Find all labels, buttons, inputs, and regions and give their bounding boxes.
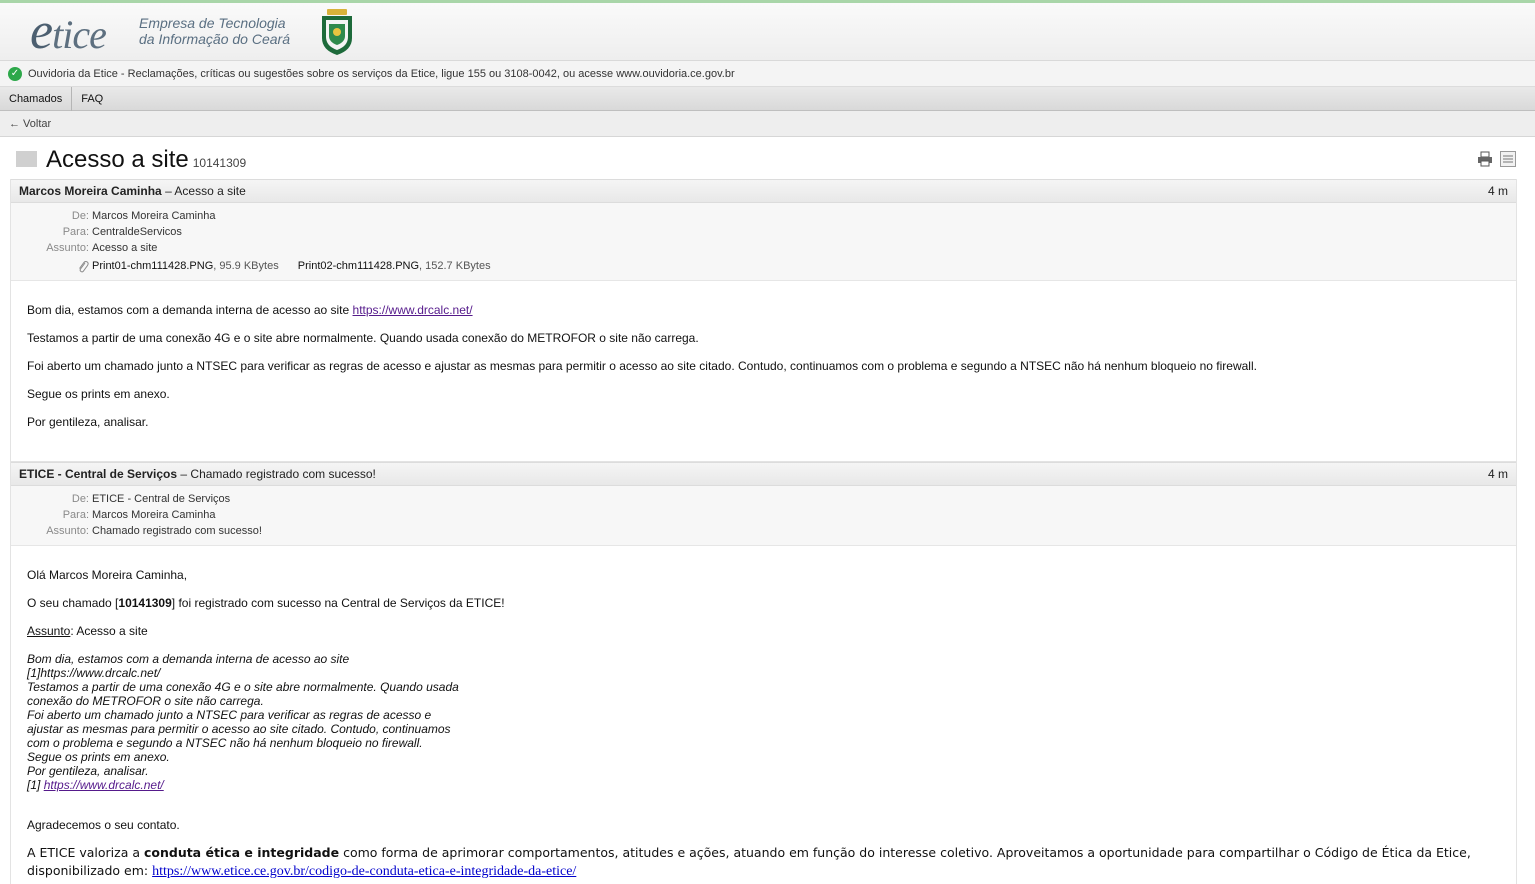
- attachment-link[interactable]: Print02-chm111428.PNG, 152.7 KBytes: [298, 260, 491, 272]
- to-value: Marcos Moreira Caminha: [92, 509, 216, 521]
- collapse-all-icon[interactable]: [1500, 151, 1516, 167]
- paperclip-icon: [11, 258, 92, 274]
- nav-item-faq[interactable]: FAQ: [72, 87, 112, 111]
- message-body: Olá Marcos Moreira Caminha, O seu chamad…: [11, 546, 1516, 884]
- ticket-number: 10141309: [192, 156, 247, 170]
- to-value: CentraldeServicos: [92, 226, 182, 238]
- subject-value: Acesso a site: [92, 242, 158, 254]
- from-value: Marcos Moreira Caminha: [92, 210, 216, 222]
- message-sender: Marcos Moreira Caminha: [19, 184, 162, 198]
- assunto-line: Assunto: Acesso a site: [27, 624, 148, 638]
- ticket-number-bold: 10141309: [118, 596, 172, 610]
- site-header: etice Empresa de Tecnologia da Informaçã…: [0, 3, 1535, 61]
- main-nav: Chamados FAQ: [0, 86, 1535, 111]
- ceara-coat-of-arms-icon: [322, 9, 352, 55]
- message-2: ETICE - Central de Serviços – Chamado re…: [10, 462, 1517, 884]
- back-bar: ← Voltar: [0, 111, 1535, 137]
- subject-label: Assunto:: [46, 525, 89, 537]
- greeting: Olá Marcos Moreira Caminha,: [27, 568, 188, 582]
- check-circle-icon: ✓: [8, 66, 22, 81]
- ticket-flag-icon: [16, 151, 37, 167]
- message-meta: De: ETICE - Central de Serviços Para: Ma…: [11, 486, 1516, 546]
- nav-item-chamados[interactable]: Chamados: [0, 86, 73, 111]
- message-1: Marcos Moreira Caminha – Acesso a site 4…: [10, 179, 1517, 462]
- drcalc-link[interactable]: https://www.drcalc.net/: [353, 303, 473, 317]
- body-paragraph: Foi aberto um chamado junto a NTSEC para…: [27, 359, 1257, 373]
- message-subject: – Chamado registrado com sucesso!: [180, 467, 376, 481]
- ethics-footer: A ETICE valoriza a conduta ética e integ…: [27, 845, 1471, 879]
- page-title: Acesso a site 10141309: [46, 146, 247, 173]
- message-subject: – Acesso a site: [165, 184, 246, 198]
- ethics-code-link[interactable]: https://www.etice.ce.gov.br/codigo-de-co…: [152, 864, 576, 879]
- ticket-title-row: Acesso a site 10141309: [0, 137, 1535, 179]
- back-link[interactable]: ← Voltar: [9, 118, 51, 130]
- from-label: De:: [71, 493, 89, 505]
- message-meta: De: Marcos Moreira Caminha Para: Central…: [11, 203, 1516, 281]
- quoted-drcalc-link[interactable]: https://www.drcalc.net/: [44, 778, 164, 792]
- etice-logo[interactable]: etice: [30, 6, 107, 61]
- ouvidoria-text: Ouvidoria da Etice - Reclamações, crític…: [28, 67, 735, 80]
- body-paragraph: Por gentileza, analisar.: [27, 415, 149, 429]
- body-paragraph: Testamos a partir de uma conexão 4G e o …: [27, 331, 699, 345]
- to-label: Para:: [62, 509, 89, 521]
- subject-value: Chamado registrado com sucesso!: [92, 525, 262, 537]
- body-paragraph: Bom dia, estamos com a demanda interna d…: [27, 303, 473, 317]
- message-header[interactable]: Marcos Moreira Caminha – Acesso a site 4…: [11, 179, 1516, 203]
- registration-line: O seu chamado [10141309] foi registrado …: [27, 596, 505, 610]
- subject-label: Assunto:: [46, 242, 89, 254]
- attachment-link[interactable]: Print01-chm111428.PNG, 95.9 KBytes: [92, 260, 279, 272]
- body-paragraph: Segue os prints em anexo.: [27, 387, 170, 401]
- message-time: 4 m: [1487, 184, 1508, 198]
- print-icon[interactable]: [1477, 151, 1493, 167]
- message-body: Bom dia, estamos com a demanda interna d…: [11, 281, 1516, 461]
- message-header[interactable]: ETICE - Central de Serviços – Chamado re…: [11, 462, 1516, 486]
- company-name: Empresa de Tecnologia da Informação do C…: [139, 15, 290, 47]
- to-label: Para:: [62, 226, 89, 238]
- message-time: 4 m: [1487, 467, 1508, 481]
- from-value: ETICE - Central de Serviços: [92, 493, 231, 505]
- thanks-line: Agradecemos o seu contato.: [27, 818, 180, 832]
- quoted-message: Bom dia, estamos com a demanda interna d…: [27, 652, 459, 792]
- from-label: De:: [71, 210, 89, 222]
- message-sender: ETICE - Central de Serviços: [19, 467, 178, 481]
- ouvidoria-notice: ✓ Ouvidoria da Etice - Reclamações, crít…: [0, 61, 1535, 87]
